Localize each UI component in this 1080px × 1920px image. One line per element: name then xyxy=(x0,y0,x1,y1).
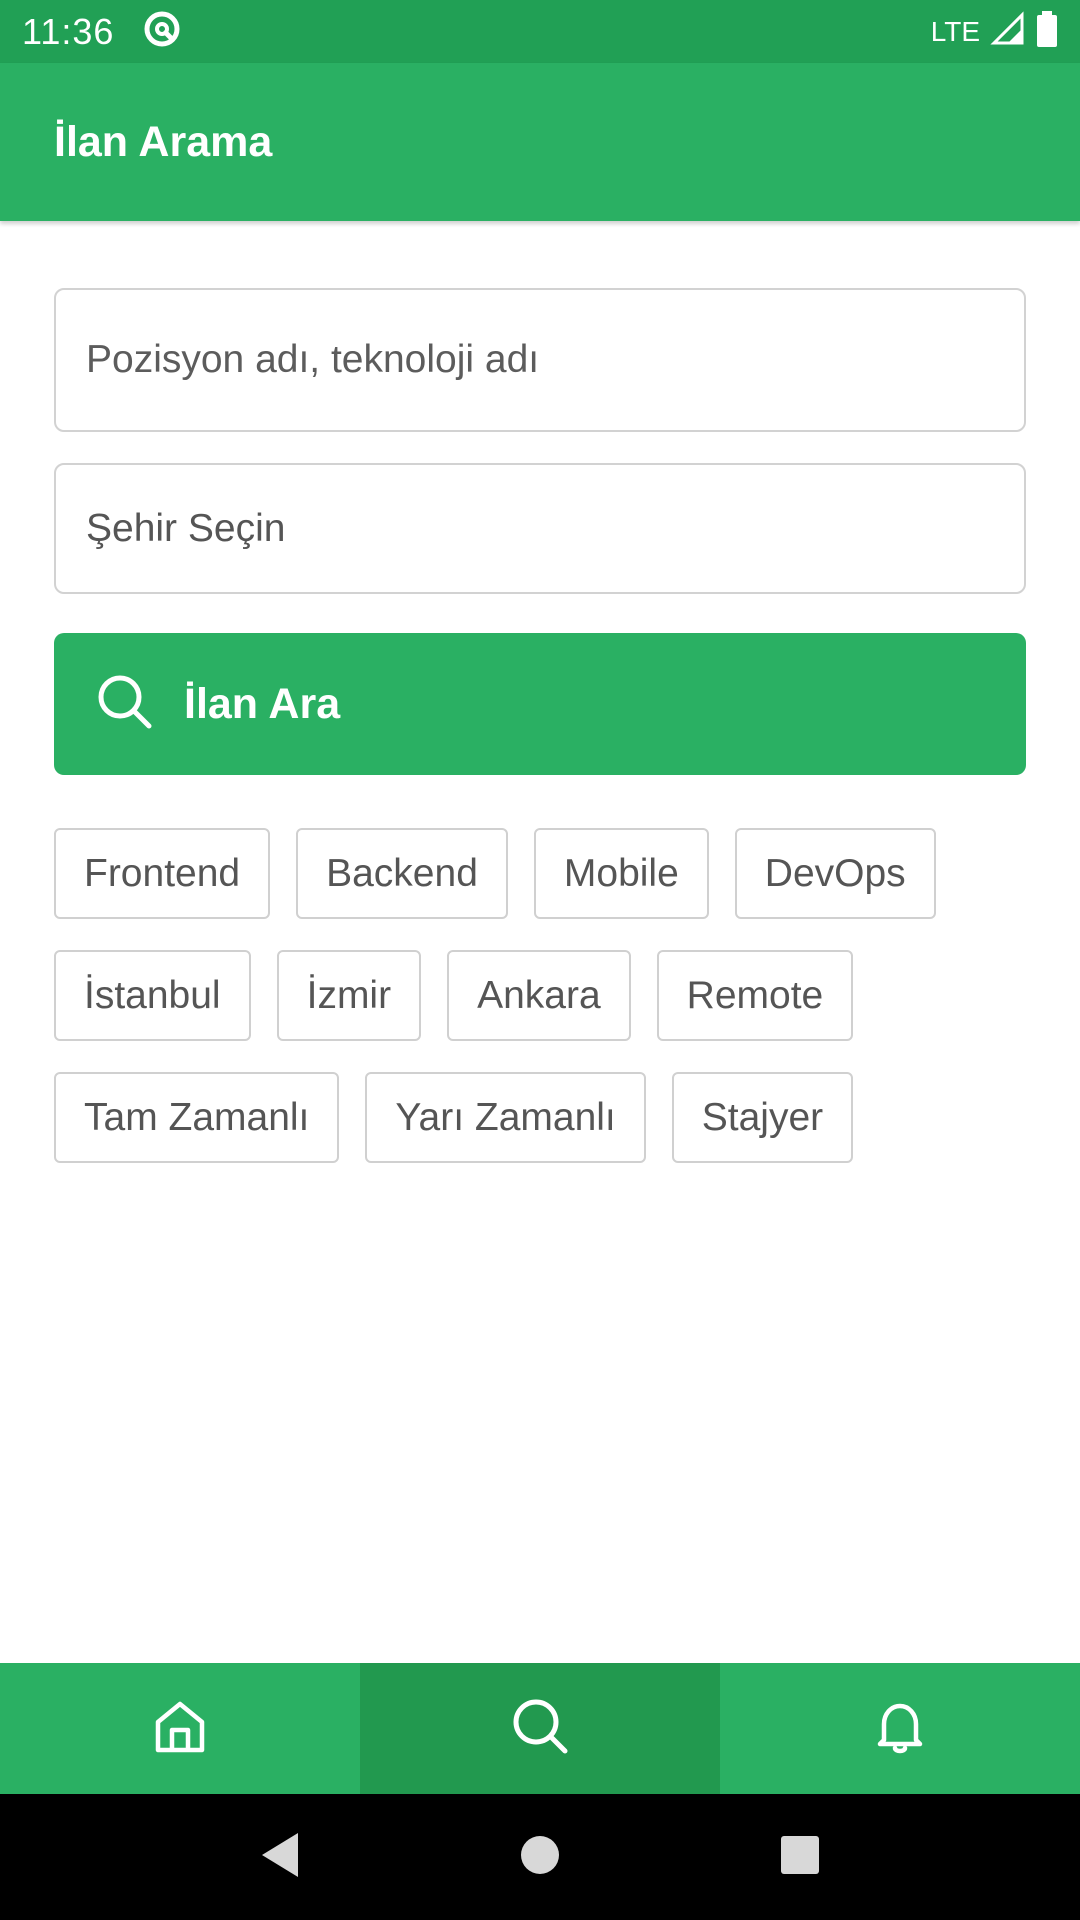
chip-intern[interactable]: Stajyer xyxy=(671,1072,854,1163)
chip-remote[interactable]: Remote xyxy=(656,950,854,1041)
signal-icon xyxy=(990,11,1026,52)
page-title: İlan Arama xyxy=(54,117,273,166)
search-icon xyxy=(510,1696,570,1761)
search-button-label: İlan Ara xyxy=(184,679,341,728)
battery-icon xyxy=(1036,11,1058,52)
chip-izmir[interactable]: İzmir xyxy=(276,950,422,1041)
system-navigation-bar xyxy=(0,1794,1080,1920)
recents-square-icon xyxy=(780,1835,820,1880)
filter-chips: Frontend Backend Mobile DevOps İstanbul … xyxy=(54,828,1026,1194)
back-triangle-icon xyxy=(258,1831,302,1884)
chip-part-time[interactable]: Yarı Zamanlı xyxy=(365,1072,646,1163)
chip-istanbul[interactable]: İstanbul xyxy=(54,950,251,1041)
bottom-navigation xyxy=(0,1663,1080,1794)
network-type: LTE xyxy=(930,15,980,47)
chip-frontend[interactable]: Frontend xyxy=(54,828,271,919)
chip-backend[interactable]: Backend xyxy=(296,828,508,919)
at-sign-notification-icon xyxy=(142,9,182,54)
home-circle-icon xyxy=(520,1835,560,1880)
search-icon xyxy=(96,673,154,736)
chip-row-categories: Frontend Backend Mobile DevOps xyxy=(54,828,1026,919)
chip-mobile[interactable]: Mobile xyxy=(533,828,709,919)
search-jobs-button[interactable]: İlan Ara xyxy=(54,633,1026,775)
chip-ankara[interactable]: Ankara xyxy=(447,950,631,1041)
nav-search[interactable] xyxy=(360,1663,720,1794)
system-recents-button[interactable] xyxy=(760,1817,840,1897)
status-left: 11:36 xyxy=(22,9,182,54)
position-search-field[interactable] xyxy=(54,288,1026,432)
status-bar: 11:36 LTE xyxy=(0,0,1080,63)
bell-icon xyxy=(870,1696,930,1761)
position-search-input[interactable] xyxy=(86,338,1024,382)
system-home-button[interactable] xyxy=(500,1817,580,1897)
status-time: 11:36 xyxy=(22,10,115,52)
city-select[interactable]: Şehir Seçin xyxy=(54,463,1026,594)
chip-devops[interactable]: DevOps xyxy=(734,828,936,919)
nav-notifications[interactable] xyxy=(720,1663,1080,1794)
system-back-button[interactable] xyxy=(240,1817,320,1897)
nav-home[interactable] xyxy=(0,1663,360,1794)
screen: 11:36 LTE İlan Arama Pozisyon adı, tekno… xyxy=(0,0,1080,1920)
chip-full-time[interactable]: Tam Zamanlı xyxy=(54,1072,340,1163)
status-right: LTE xyxy=(931,11,1058,52)
app-bar: İlan Arama xyxy=(0,63,1080,221)
chip-row-cities: İstanbul İzmir Ankara Remote xyxy=(54,950,1026,1041)
home-icon xyxy=(150,1696,210,1761)
city-select-label: Şehir Seçin xyxy=(86,506,286,550)
chip-row-work-types: Tam Zamanlı Yarı Zamanlı Stajyer xyxy=(54,1072,1026,1163)
